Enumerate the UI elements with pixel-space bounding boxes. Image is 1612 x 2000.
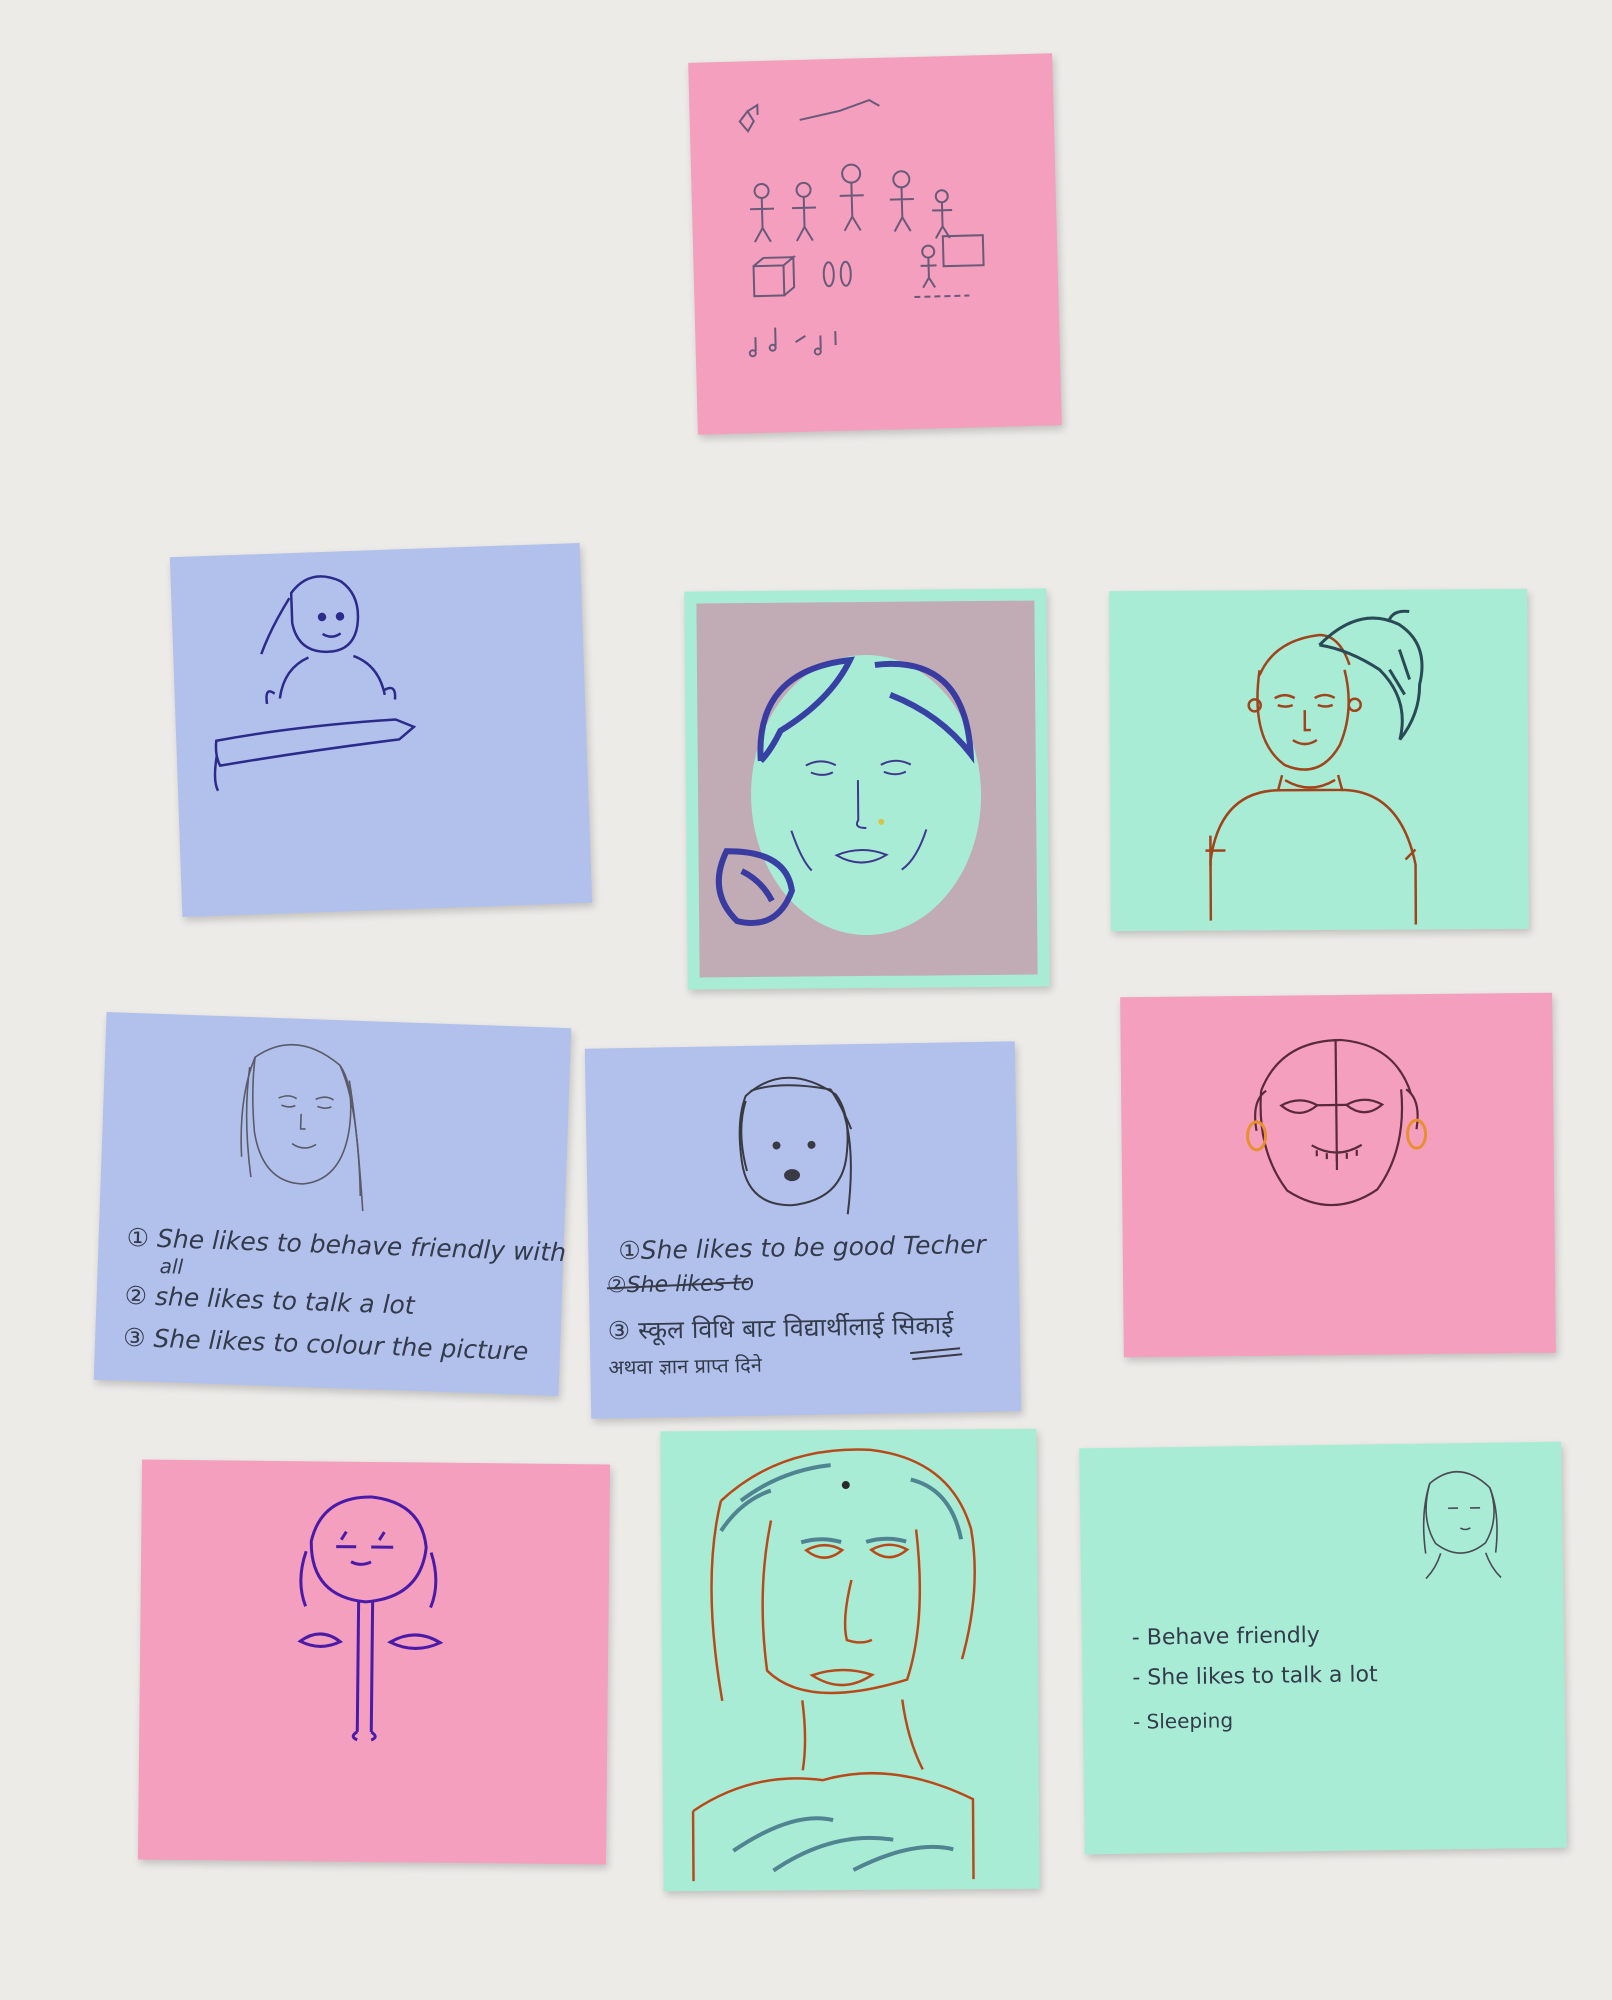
sticky-notes-photo: ① She likes to behave friendly with all … — [0, 0, 1612, 2000]
sticky-note-good-teacher: ①She likes to be good Techer ②She likes … — [584, 1041, 1022, 1419]
purple-figure-drawing — [297, 1495, 444, 1742]
note-text-line-2: all — [159, 1254, 184, 1279]
stick-figure — [750, 182, 775, 243]
girl-with-banner-drawing — [213, 575, 417, 792]
sticky-note-glasses-lady — [1120, 992, 1556, 1358]
note-text-line-3: ③ स्कूल विधि बाट विद्यार्थीलाई सिकाई — [607, 1310, 954, 1346]
stick-figure — [792, 181, 817, 242]
stick-figure — [839, 163, 864, 232]
sticky-note-crayon-portrait — [684, 588, 1050, 990]
glasses-lady-drawing — [1246, 1038, 1428, 1207]
sticky-note-colored-portrait — [660, 1428, 1040, 1892]
sticky-note-ponytail-girl — [1109, 588, 1529, 932]
sticky-note-purple-figure — [137, 1459, 611, 1865]
colored-portrait-drawing — [691, 1448, 976, 1882]
sticky-note-friendly-girl: ① She likes to behave friendly with all … — [93, 1011, 572, 1397]
crayon-portrait-drawing — [696, 600, 1038, 978]
note-text-line-2: ②She likes to — [606, 1270, 755, 1299]
note-text-line-1: - Behave friendly — [1131, 1623, 1321, 1651]
note-text-line-3: - Sleeping — [1132, 1708, 1234, 1734]
ponytail-girl-drawing — [1205, 609, 1424, 925]
stick-figures-drawing — [738, 99, 985, 358]
stick-figure — [889, 170, 914, 232]
note-text-line-2: - She likes to talk a lot — [1132, 1662, 1378, 1691]
stick-figure — [932, 189, 953, 239]
sticky-note-stick-figures — [688, 53, 1062, 435]
sticky-note-girl-banner — [169, 542, 593, 918]
sticky-note-behave-friendly: - Behave friendly - She likes to talk a … — [1079, 1441, 1567, 1855]
note-text-line-4: अथवा ज्ञान प्राप्त दिने — [608, 1352, 763, 1380]
